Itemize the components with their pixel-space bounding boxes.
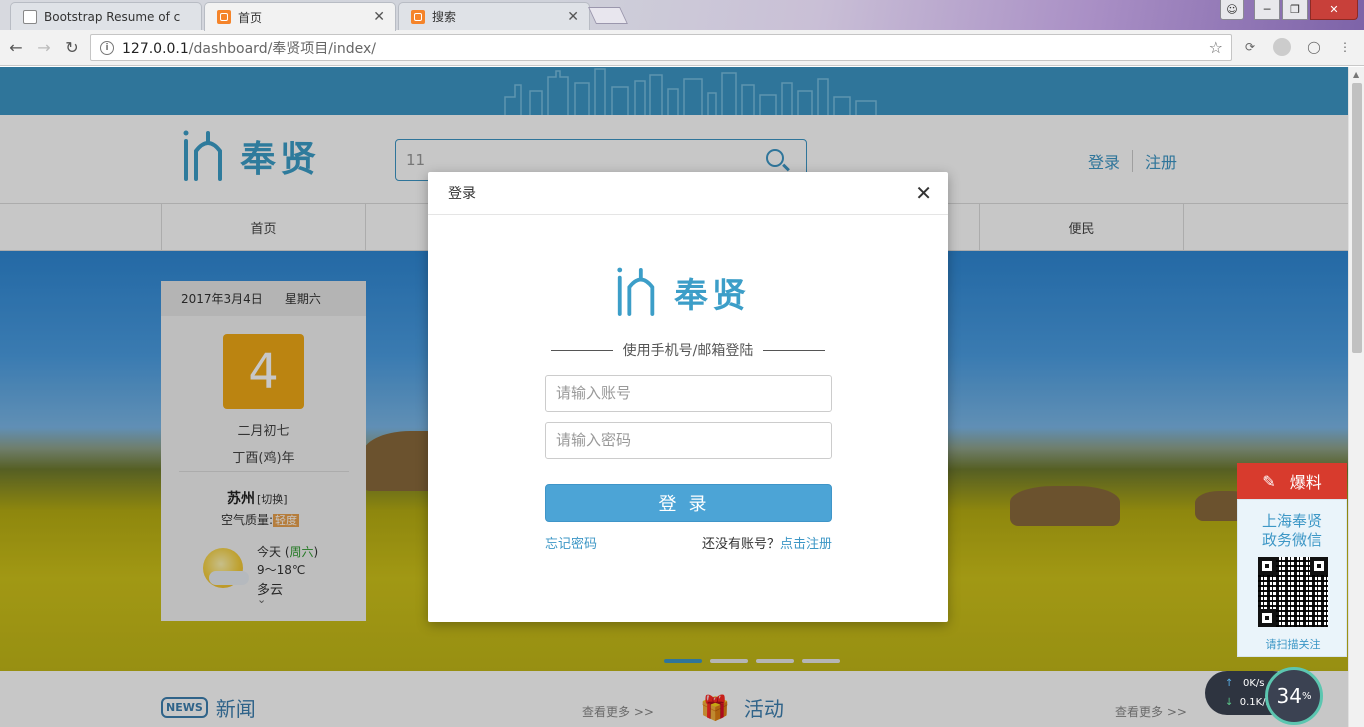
scroll-up-icon[interactable]: ▲ <box>1353 70 1359 79</box>
login-modal: 登录 ✕ 奉贤 使用手机号/邮箱登陆 登录 忘记密码 还没有账号？点击注册 <box>428 172 948 622</box>
browser-tab-strip: Bootstrap Resume of c 首页 ✕ 搜索 ✕ ☺ ─ ❐ ✕ <box>0 0 1364 31</box>
forward-arrow-icon[interactable]: → <box>33 36 55 58</box>
scrollbar-thumb[interactable] <box>1352 83 1362 353</box>
window-controls: ☺ ─ ❐ ✕ <box>1220 0 1358 20</box>
baoliao-button[interactable]: ✎ 爆料 <box>1237 463 1347 499</box>
baoliao-label: 爆料 <box>1289 473 1322 492</box>
address-bar[interactable]: i 127.0.0.1/dashboard/奉贤项目/index/ ☆ <box>90 34 1232 61</box>
page-scrollbar[interactable]: ▲ <box>1348 67 1364 727</box>
qr-corner <box>1310 557 1328 575</box>
url-text: 127.0.0.1/dashboard/奉贤项目/index/ <box>122 38 376 58</box>
menu-dots-icon[interactable]: ⋮ <box>1336 38 1354 56</box>
pencil-icon: ✎ <box>1262 471 1276 491</box>
scan-hint: 请扫描关注 <box>1265 638 1321 651</box>
register-link[interactable]: 点击注册 <box>780 537 832 552</box>
browser-tab-home[interactable]: 首页 ✕ <box>204 2 396 31</box>
gauge-value: 34 <box>1276 684 1302 708</box>
browser-toolbar: ← → ↻ i 127.0.0.1/dashboard/奉贤项目/index/ … <box>0 30 1364 66</box>
extension-shield-icon[interactable]: ◯ <box>1305 38 1323 56</box>
info-icon[interactable]: i <box>100 40 114 55</box>
web-page: 奉贤 11 登录 注册 首页 便民 2017年3月4日 星期六 4 二月初七 丁… <box>0 67 1348 727</box>
login-method-divider: 使用手机号/邮箱登陆 <box>551 340 825 360</box>
bookmark-star-icon[interactable]: ☆ <box>1209 38 1223 57</box>
tab-title: 搜索 <box>432 10 457 24</box>
tab-title: 首页 <box>238 10 263 25</box>
password-input[interactable] <box>545 422 832 459</box>
qr-code-image <box>1258 557 1328 627</box>
user-profile-icon[interactable]: ☺ <box>1220 0 1244 20</box>
close-tab-icon[interactable]: ✕ <box>373 9 385 25</box>
close-icon[interactable]: ✕ <box>915 183 932 203</box>
divider-line <box>763 349 825 351</box>
divider-line <box>551 349 613 351</box>
no-account-text: 还没有账号？ <box>701 537 780 552</box>
browser-tab-resume[interactable]: Bootstrap Resume of c <box>10 2 202 30</box>
download-speed: ↓ 0.1K/s <box>1225 697 1271 708</box>
network-speed-widget[interactable]: ↑ 0K/s ↓ 0.1K/s 34% <box>1205 667 1345 725</box>
download-value: 0.1 <box>1239 697 1256 708</box>
maximize-button[interactable]: ❐ <box>1282 0 1308 20</box>
reload-icon[interactable]: ↻ <box>61 36 83 58</box>
xampp-icon <box>411 9 425 24</box>
login-method-text: 使用手机号/邮箱登陆 <box>622 343 754 359</box>
register-prompt: 还没有账号？点击注册 <box>702 533 832 552</box>
login-button[interactable]: 登录 <box>545 484 832 522</box>
modal-title: 登录 <box>428 172 948 215</box>
close-tab-icon[interactable]: ✕ <box>567 9 579 25</box>
down-arrow-icon: ↓ <box>1225 697 1234 708</box>
close-window-button[interactable]: ✕ <box>1310 0 1358 20</box>
url-host: 127.0.0.1 <box>122 40 189 57</box>
qr-corner <box>1258 609 1276 627</box>
gauge-unit: % <box>1301 690 1312 702</box>
back-arrow-icon[interactable]: ← <box>5 36 27 58</box>
wechat-qr-panel: 上海奉贤 政务微信 请扫描关注 <box>1237 499 1347 657</box>
extension-circle-icon[interactable] <box>1273 38 1291 56</box>
new-tab-button[interactable] <box>588 7 628 24</box>
logo-mark-icon <box>617 267 655 316</box>
tab-title: Bootstrap Resume of c <box>44 9 181 24</box>
forgot-password-link[interactable]: 忘记密码 <box>545 533 597 552</box>
modal-logo-text: 奉贤 <box>674 275 750 316</box>
up-arrow-icon: ↑ <box>1225 678 1234 689</box>
wechat-title-line2: 政务微信 <box>1261 531 1322 549</box>
wechat-title: 上海奉贤 政务微信 <box>1238 512 1346 550</box>
modal-logo: 奉贤 <box>614 265 750 319</box>
extension-sync-icon[interactable]: ⟳ <box>1241 38 1259 56</box>
memory-gauge: 34% <box>1265 667 1323 725</box>
account-input[interactable] <box>545 375 832 412</box>
browser-tab-search[interactable]: 搜索 ✕ <box>398 2 590 30</box>
document-icon <box>23 9 37 24</box>
xampp-icon <box>217 10 231 24</box>
wechat-title-line1: 上海奉贤 <box>1261 512 1322 530</box>
qr-corner <box>1258 557 1276 575</box>
minimize-button[interactable]: ─ <box>1254 0 1280 20</box>
upload-speed: ↑ 0K/s <box>1225 678 1264 689</box>
url-path: /dashboard/奉贤项目/index/ <box>188 40 377 57</box>
upload-unit: K/s <box>1249 678 1265 689</box>
